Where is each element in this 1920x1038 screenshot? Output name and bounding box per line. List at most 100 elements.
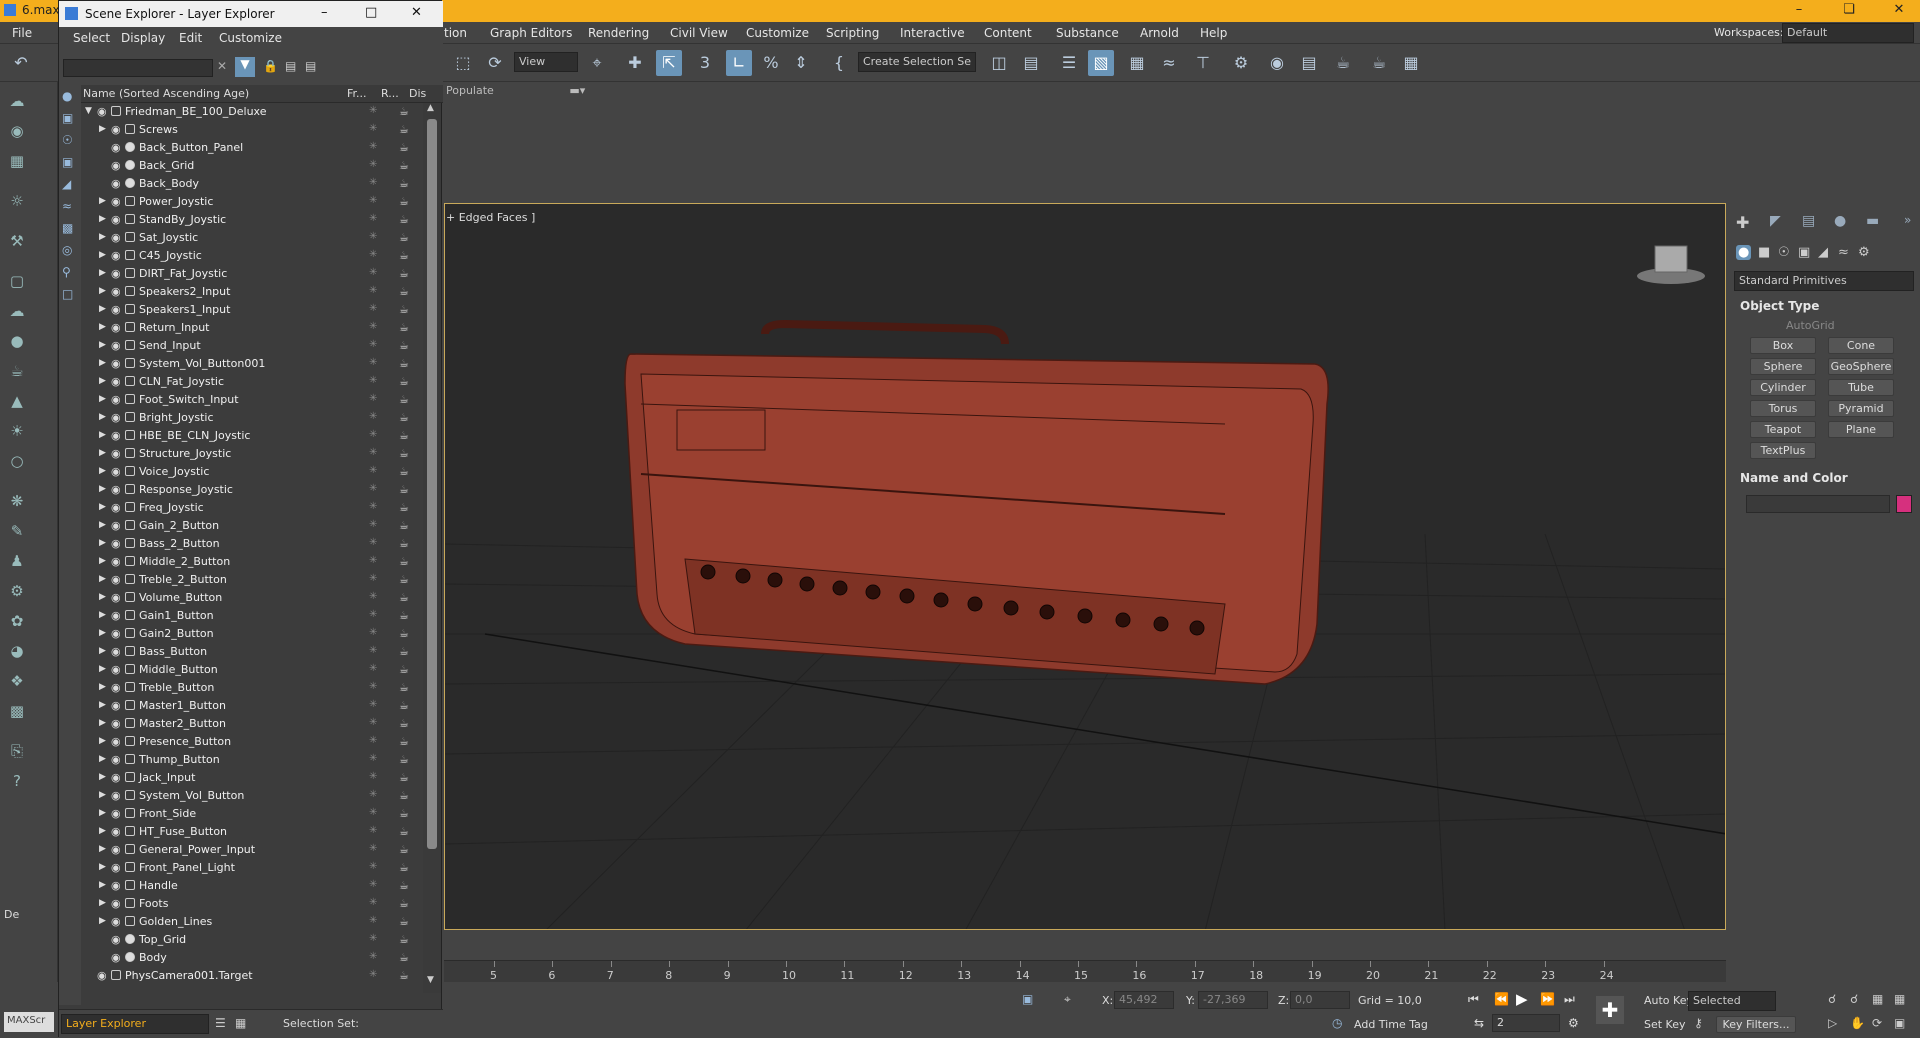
mirror-icon[interactable]: ◫ — [986, 50, 1012, 76]
renderable-teapot-icon[interactable]: ☕ — [399, 789, 409, 802]
freeze-toggle-icon[interactable]: ✳ — [369, 195, 377, 206]
scene-tree-row[interactable]: ▼ ◉ Friedman_BE_100_Deluxe ✳ ☕ — [81, 103, 423, 121]
curve-editor-icon[interactable]: ▦ — [1124, 50, 1150, 76]
scene-tree-row[interactable]: ▶ ◉ CLN_Fat_Joystic ✳ ☕ — [81, 373, 423, 391]
auto-key-button[interactable]: Auto Key — [1644, 994, 1693, 1007]
x-coordinate-field[interactable]: 45,492 — [1114, 991, 1174, 1009]
time-config-icon[interactable]: ⚙ — [1568, 1016, 1579, 1030]
freeze-toggle-icon[interactable]: ✳ — [369, 177, 377, 188]
scene-tree-row[interactable]: ▶ ◉ General_Power_Input ✳ ☕ — [81, 841, 423, 859]
expand-arrow-icon[interactable]: ▶ — [99, 268, 106, 278]
renderable-teapot-icon[interactable]: ☕ — [399, 645, 409, 658]
refresh-icon[interactable]: ⟳ — [482, 50, 508, 76]
renderable-teapot-icon[interactable]: ☕ — [399, 267, 409, 280]
freeze-toggle-icon[interactable]: ✳ — [369, 321, 377, 332]
expand-arrow-icon[interactable]: ▶ — [99, 412, 106, 422]
freeze-toggle-icon[interactable]: ✳ — [369, 789, 377, 800]
expand-arrow-icon[interactable]: ▶ — [99, 250, 106, 260]
renderable-teapot-icon[interactable]: ☕ — [399, 519, 409, 532]
visibility-eye-icon[interactable]: ◉ — [111, 483, 121, 496]
menu-civil-view[interactable]: Civil View — [670, 26, 728, 40]
renderable-teapot-icon[interactable]: ☕ — [399, 861, 409, 874]
sun-icon[interactable]: ☀ — [6, 422, 28, 444]
scene-tree-row[interactable]: ▶ ◉ Jack_Input ✳ ☕ — [81, 769, 423, 787]
percent-snap-icon[interactable]: % — [758, 50, 784, 76]
renderable-teapot-icon[interactable]: ☕ — [399, 159, 409, 172]
freeze-toggle-icon[interactable]: ✳ — [369, 843, 377, 854]
renderable-teapot-icon[interactable]: ☕ — [399, 825, 409, 838]
freeze-toggle-icon[interactable]: ✳ — [369, 375, 377, 386]
expand-arrow-icon[interactable]: ▼ — [85, 106, 92, 116]
freeze-toggle-icon[interactable]: ✳ — [369, 609, 377, 620]
freeze-toggle-icon[interactable]: ✳ — [369, 465, 377, 476]
expand-arrow-icon[interactable]: ▶ — [99, 232, 106, 242]
column-frozen[interactable]: Fr... — [347, 87, 367, 100]
scene-tree-row[interactable]: ▶ ◉ Handle ✳ ☕ — [81, 877, 423, 895]
scene-tree-row[interactable]: ▶ ◉ Foot_Switch_Input ✳ ☕ — [81, 391, 423, 409]
freeze-toggle-icon[interactable]: ✳ — [369, 627, 377, 638]
gear-icon[interactable]: ⚙ — [6, 582, 28, 604]
menu-customize[interactable]: Customize — [746, 26, 809, 40]
spacewarps-icon[interactable]: ≈ — [1838, 245, 1849, 260]
clipboard-icon[interactable]: ⎘ — [6, 742, 28, 764]
freeze-toggle-icon[interactable]: ✳ — [369, 771, 377, 782]
scene-tree-row[interactable]: ▶ ◉ Foots ✳ ☕ — [81, 895, 423, 913]
create-tab-icon[interactable]: ✚ — [1736, 213, 1749, 232]
geosphere-button[interactable]: GeoSphere — [1828, 358, 1894, 375]
key-mode-icon[interactable]: ⇆ — [1474, 1016, 1484, 1030]
renderable-teapot-icon[interactable]: ☕ — [399, 393, 409, 406]
column-render[interactable]: R... — [381, 87, 399, 100]
layer-manager-icon[interactable]: ☰ — [1056, 50, 1082, 76]
scroll-down-icon[interactable]: ▼ — [427, 975, 434, 985]
freeze-toggle-icon[interactable]: ✳ — [369, 825, 377, 836]
freeze-toggle-icon[interactable]: ✳ — [369, 141, 377, 152]
freeze-toggle-icon[interactable]: ✳ — [369, 897, 377, 908]
se-menu-display[interactable]: Display — [121, 31, 165, 45]
next-frame-icon[interactable]: ⏩ — [1540, 992, 1555, 1006]
renderable-teapot-icon[interactable]: ☕ — [399, 195, 409, 208]
helpers-icon[interactable]: ◢ — [1818, 245, 1828, 260]
freeze-toggle-icon[interactable]: ✳ — [369, 411, 377, 422]
visibility-eye-icon[interactable]: ◉ — [111, 771, 121, 784]
scene-tree-row[interactable]: ▶ ◉ StandBy_Joystic ✳ ☕ — [81, 211, 423, 229]
expand-arrow-icon[interactable]: ▶ — [99, 592, 106, 602]
time-tag-icon[interactable]: ◷ — [1332, 1016, 1342, 1030]
visibility-eye-icon[interactable]: ◉ — [111, 231, 121, 244]
scene-tree-row[interactable]: ▶ ◉ Freq_Joystic ✳ ☕ — [81, 499, 423, 517]
reference-coord-dropdown[interactable]: View — [514, 52, 578, 72]
renderable-teapot-icon[interactable]: ☕ — [399, 717, 409, 730]
freeze-toggle-icon[interactable]: ✳ — [369, 753, 377, 764]
renderable-teapot-icon[interactable]: ☕ — [399, 303, 409, 316]
scroll-thumb[interactable] — [427, 119, 437, 849]
filter-lights-icon[interactable]: ☉ — [62, 133, 73, 147]
freeze-toggle-icon[interactable]: ✳ — [369, 519, 377, 530]
expand-arrow-icon[interactable]: ▶ — [99, 736, 106, 746]
modify-icon[interactable]: ◉ — [6, 122, 28, 144]
minimize-icon[interactable]: – — [1784, 2, 1814, 17]
expand-arrow-icon[interactable]: ▶ — [99, 880, 106, 890]
set-key-button[interactable]: Set Key — [1644, 1018, 1686, 1031]
scene-tree-row[interactable]: ▶ ◉ DIRT_Fat_Joystic ✳ ☕ — [81, 265, 423, 283]
schematic-view-icon[interactable]: ≈ — [1156, 50, 1182, 76]
expand-arrow-icon[interactable]: ▶ — [99, 790, 106, 800]
pan-icon[interactable]: ✋ — [1850, 1016, 1865, 1030]
visibility-eye-icon[interactable]: ◉ — [111, 411, 121, 424]
object-color-swatch[interactable] — [1896, 495, 1912, 513]
expand-arrow-icon[interactable]: ▶ — [99, 610, 106, 620]
menu-views-partial[interactable]: tion — [444, 26, 467, 40]
visibility-eye-icon[interactable]: ◉ — [111, 573, 121, 586]
freeze-toggle-icon[interactable]: ✳ — [369, 285, 377, 296]
goto-end-icon[interactable]: ⏭ — [1564, 992, 1575, 1007]
visibility-eye-icon[interactable]: ◉ — [111, 681, 121, 694]
expand-arrow-icon[interactable]: ▶ — [99, 214, 106, 224]
expand-arrow-icon[interactable]: ▶ — [99, 304, 106, 314]
renderable-teapot-icon[interactable]: ☕ — [399, 123, 409, 136]
render-grid-icon[interactable]: ▦ — [1398, 50, 1424, 76]
renderable-teapot-icon[interactable]: ☕ — [399, 879, 409, 892]
freeze-toggle-icon[interactable]: ✳ — [369, 501, 377, 512]
expand-arrow-icon[interactable]: ▶ — [99, 394, 106, 404]
visibility-eye-icon[interactable]: ◉ — [111, 663, 121, 676]
freeze-toggle-icon[interactable]: ✳ — [369, 249, 377, 260]
visibility-eye-icon[interactable]: ◉ — [111, 933, 121, 946]
palette-icon[interactable]: ❖ — [6, 672, 28, 694]
